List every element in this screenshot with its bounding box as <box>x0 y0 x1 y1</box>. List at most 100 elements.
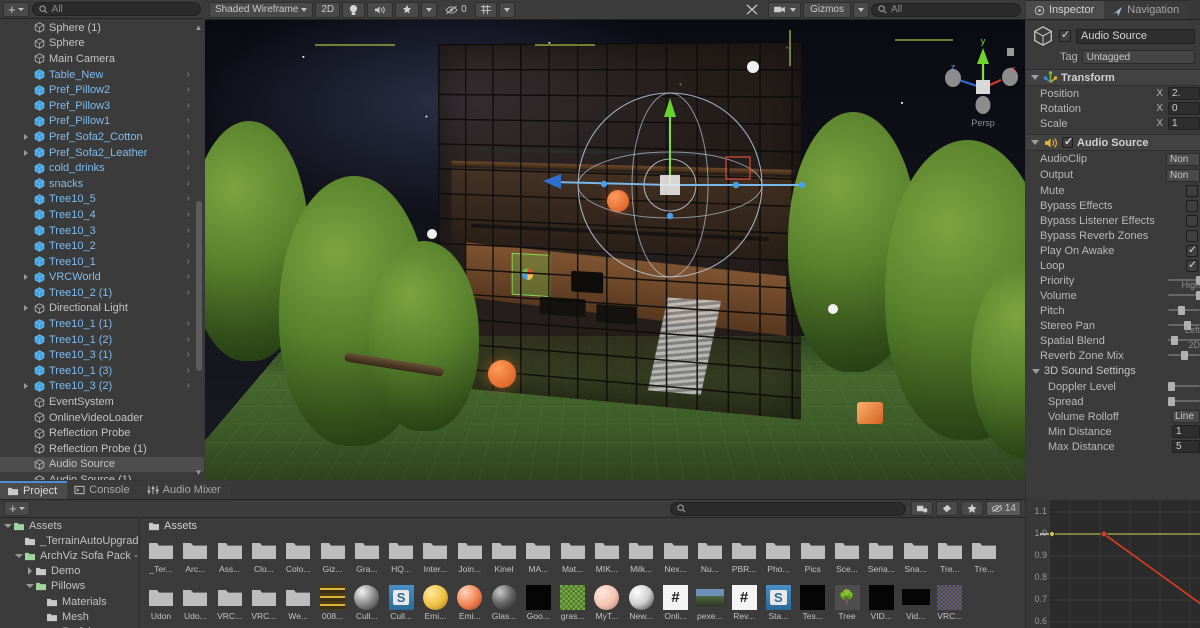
asset-item[interactable]: Seria... <box>864 536 898 574</box>
hierarchy-item[interactable]: Tree10_1 › <box>0 254 204 270</box>
project-hidden-count-button[interactable]: 14 <box>985 501 1021 516</box>
project-filter-type-button[interactable] <box>910 501 933 516</box>
project-tree-item[interactable]: Prefabs <box>0 624 139 628</box>
asset-item[interactable]: Tes... <box>796 583 830 621</box>
hierarchy-item[interactable]: Sphere (1) <box>0 20 204 36</box>
hierarchy-item[interactable]: Pref_Sofa2_Leather › <box>0 145 204 161</box>
chevron-down-icon[interactable] <box>1032 368 1040 374</box>
prefab-open-arrow-icon[interactable]: › <box>187 256 190 267</box>
hierarchy-item[interactable]: cold_drinks › <box>0 160 204 176</box>
prefab-open-arrow-icon[interactable]: › <box>187 334 190 345</box>
prefab-open-arrow-icon[interactable]: › <box>187 319 190 329</box>
asset-item[interactable]: Pho... <box>761 536 795 574</box>
asset-item[interactable]: S Cull... <box>384 583 418 621</box>
asset-item[interactable]: # Rev... <box>727 583 761 621</box>
asset-item[interactable]: Vid... <box>899 583 933 621</box>
project-tree-item[interactable]: Assets <box>0 518 139 533</box>
asset-item[interactable]: Mat... <box>556 536 590 574</box>
property-slider[interactable]: High <box>1168 273 1200 290</box>
vertical-splitter[interactable] <box>1025 481 1026 628</box>
asset-item[interactable]: Nu... <box>693 536 727 574</box>
expand-arrow-icon[interactable] <box>24 274 28 281</box>
asset-item[interactable]: New... <box>624 583 658 621</box>
project-tree-item[interactable]: Demo <box>0 564 139 579</box>
property-slider[interactable] <box>1168 303 1200 318</box>
asset-item[interactable]: Inter... <box>418 536 452 574</box>
hierarchy-scrollbar[interactable] <box>195 22 203 470</box>
asset-item[interactable]: Join... <box>453 536 487 574</box>
hierarchy-item[interactable]: Sphere <box>0 36 204 52</box>
property-slider[interactable]: Left <box>1168 318 1200 335</box>
expand-arrow-icon[interactable] <box>25 584 35 589</box>
prefab-open-arrow-icon[interactable]: › <box>187 209 190 220</box>
asset-item[interactable]: pexe... <box>693 583 727 621</box>
property-checkbox[interactable] <box>1186 229 1198 242</box>
prefab-open-arrow-icon[interactable]: › <box>187 69 190 80</box>
asset-item[interactable]: 🌳 Tree <box>830 583 864 621</box>
rolloff-graph[interactable]: 1.11.00.90.80.70.60.5 <box>1026 500 1200 628</box>
property-slider[interactable] <box>1168 348 1200 363</box>
asset-item[interactable]: Cull... <box>350 583 384 621</box>
scene-fx-toggle[interactable] <box>395 1 420 18</box>
transform-value-field[interactable]: 0 <box>1168 102 1200 115</box>
hierarchy-item[interactable]: Table_New › <box>0 67 204 83</box>
prefab-open-arrow-icon[interactable]: › <box>187 178 190 189</box>
tab-audio-mixer[interactable]: Audio Mixer <box>139 481 231 499</box>
scene-search-input[interactable]: All <box>871 2 1021 17</box>
property-checkbox[interactable] <box>1186 243 1198 257</box>
project-filter-label-button[interactable] <box>935 501 958 516</box>
project-tree-item[interactable]: Pillows <box>0 579 139 594</box>
asset-item[interactable]: Pics <box>796 536 830 574</box>
hierarchy-item[interactable]: Tree10_1 (3) › <box>0 363 204 379</box>
asset-item[interactable]: VID... <box>864 583 898 621</box>
prefab-open-arrow-icon[interactable]: › <box>187 163 190 173</box>
project-create-button[interactable]: + <box>4 501 30 516</box>
inspector-tabstrip[interactable]: Inspector Navigation <box>1026 0 1200 20</box>
tab-inspector[interactable]: Inspector <box>1026 0 1105 19</box>
project-tabstrip[interactable]: Project Console Audio Mixer <box>0 481 1025 500</box>
audiosource-enabled-checkbox[interactable] <box>1062 135 1073 148</box>
object-reference-field[interactable]: Non <box>1166 152 1200 166</box>
hierarchy-item[interactable]: Tree10_1 (1) › <box>0 316 204 332</box>
hierarchy-item[interactable]: Audio Source (1) <box>0 472 204 480</box>
prefab-open-arrow-icon[interactable]: › <box>187 194 190 204</box>
hierarchy-item[interactable]: Pref_Pillow2 › <box>0 82 204 98</box>
asset-item[interactable]: MA... <box>521 536 555 574</box>
prefab-open-arrow-icon[interactable]: › <box>187 225 190 236</box>
asset-item[interactable]: Kinel <box>487 536 521 574</box>
scene-2d-toggle[interactable]: 2D <box>315 1 341 18</box>
project-tree-item[interactable]: _TerrainAutoUpgrade <box>0 533 139 548</box>
scene-draw-mode-dropdown[interactable]: Shaded Wireframe <box>209 1 314 18</box>
prefab-open-arrow-icon[interactable]: › <box>187 365 190 376</box>
scene-camera-button[interactable] <box>768 1 802 18</box>
expand-arrow-icon[interactable] <box>24 305 28 312</box>
asset-item[interactable]: # Onli... <box>659 583 693 621</box>
hierarchy-item[interactable]: Tree10_4 › <box>0 207 204 223</box>
slider-knob[interactable] <box>1168 397 1175 406</box>
project-tree-item[interactable]: Mesh <box>0 609 139 624</box>
property-checkbox[interactable] <box>1186 184 1198 197</box>
asset-item[interactable]: Tre... <box>933 536 967 574</box>
scene-hidden-objects[interactable]: 0 <box>439 2 473 18</box>
hierarchy-item[interactable]: Tree10_5 › <box>0 192 204 208</box>
hierarchy-item[interactable]: Directional Light <box>0 301 204 317</box>
prefab-open-arrow-icon[interactable]: › <box>187 85 190 95</box>
property-checkbox[interactable] <box>1186 199 1198 212</box>
project-browser[interactable]: Assets _Ter... Arc... Ass... Clo... Colo... G… <box>140 518 1025 628</box>
scene-gizmos-button[interactable]: Gizmos <box>803 1 851 18</box>
transform-value-field[interactable]: 2. <box>1168 87 1200 100</box>
asset-item[interactable]: gras... <box>556 583 590 621</box>
hierarchy-item[interactable]: OnlineVideoLoader <box>0 410 204 426</box>
scene-gizmos-dropdown[interactable] <box>853 1 869 18</box>
asset-item[interactable]: Udon <box>144 583 178 621</box>
hierarchy-item[interactable]: snacks › <box>0 176 204 192</box>
tab-console[interactable]: Console <box>67 481 140 499</box>
chevron-down-icon[interactable] <box>1031 75 1039 80</box>
property-number-field[interactable]: 5 <box>1172 440 1200 453</box>
asset-item[interactable]: Ass... <box>213 536 247 574</box>
object-enabled-checkbox[interactable] <box>1059 28 1071 42</box>
hierarchy-item[interactable]: Tree10_2 › <box>0 238 204 254</box>
asset-item[interactable]: MIK... <box>590 536 624 574</box>
project-search-input[interactable] <box>669 501 906 516</box>
scene-grid-snap-button[interactable] <box>474 1 497 18</box>
